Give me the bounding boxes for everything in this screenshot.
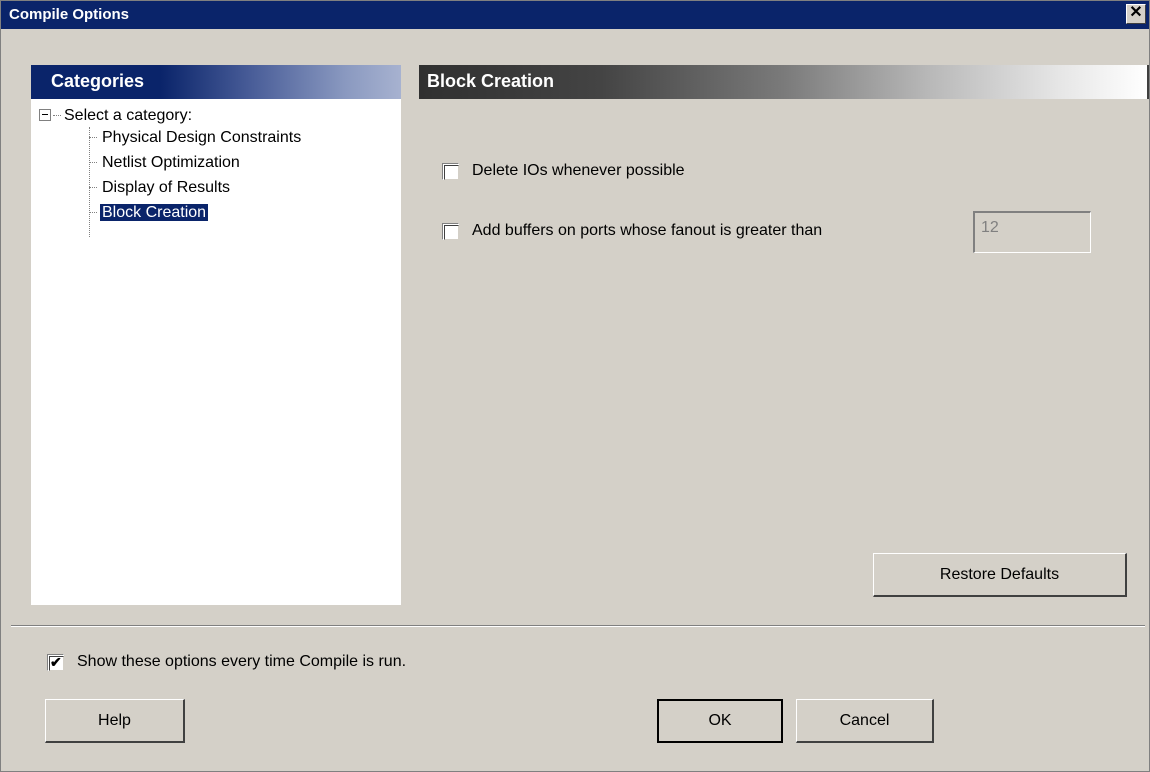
tree-item-label: Physical Design Constraints xyxy=(102,129,302,146)
tree-item-block-creation[interactable]: Block Creation xyxy=(89,202,209,224)
delete-ios-label: Delete IOs whenever possible xyxy=(472,162,685,179)
tree-item-label: Display of Results xyxy=(102,179,231,196)
categories-header-label: Categories xyxy=(51,71,145,91)
tree-root[interactable]: Select a category: xyxy=(39,105,192,127)
category-tree: Select a category: Physical Design Const… xyxy=(31,105,401,305)
tree-item-label: Block Creation xyxy=(100,204,209,221)
section-title: Block Creation xyxy=(427,71,555,91)
ok-button[interactable]: OK xyxy=(657,699,783,743)
checkmark-icon: ✔ xyxy=(50,654,62,670)
window-title: Compile Options xyxy=(9,6,129,23)
compile-options-dialog: Compile Options ✕ Categories Select a ca… xyxy=(0,0,1150,772)
add-buffers-checkbox[interactable] xyxy=(442,223,459,240)
section-header: Block Creation xyxy=(419,65,1149,99)
tree-root-label: Select a category: xyxy=(64,107,193,124)
restore-defaults-button[interactable]: Restore Defaults xyxy=(873,553,1127,597)
show-options-label: Show these options every time Compile is… xyxy=(77,653,407,670)
fanout-threshold-input[interactable]: 12 xyxy=(973,211,1091,253)
categories-panel: Categories Select a category: Physical D… xyxy=(31,65,401,605)
title-bar: Compile Options ✕ xyxy=(1,1,1149,29)
tree-item-display-of-results[interactable]: Display of Results xyxy=(89,177,232,199)
tree-item-physical-design-constraints[interactable]: Physical Design Constraints xyxy=(89,127,303,149)
footer-separator xyxy=(11,625,1145,627)
tree-item-netlist-optimization[interactable]: Netlist Optimization xyxy=(89,152,242,174)
delete-ios-checkbox[interactable] xyxy=(442,163,459,180)
close-icon: ✕ xyxy=(1129,4,1143,21)
collapse-icon[interactable] xyxy=(39,108,51,121)
add-buffers-label: Add buffers on ports whose fanout is gre… xyxy=(472,222,823,239)
cancel-button[interactable]: Cancel xyxy=(796,699,934,743)
tree-item-label: Netlist Optimization xyxy=(102,154,240,171)
tree-connector xyxy=(53,115,61,117)
close-button[interactable]: ✕ xyxy=(1126,4,1146,24)
fanout-threshold-value: 12 xyxy=(981,219,999,236)
categories-header: Categories xyxy=(31,65,401,99)
help-button[interactable]: Help xyxy=(45,699,185,743)
show-options-checkbox[interactable]: ✔ xyxy=(47,654,64,671)
